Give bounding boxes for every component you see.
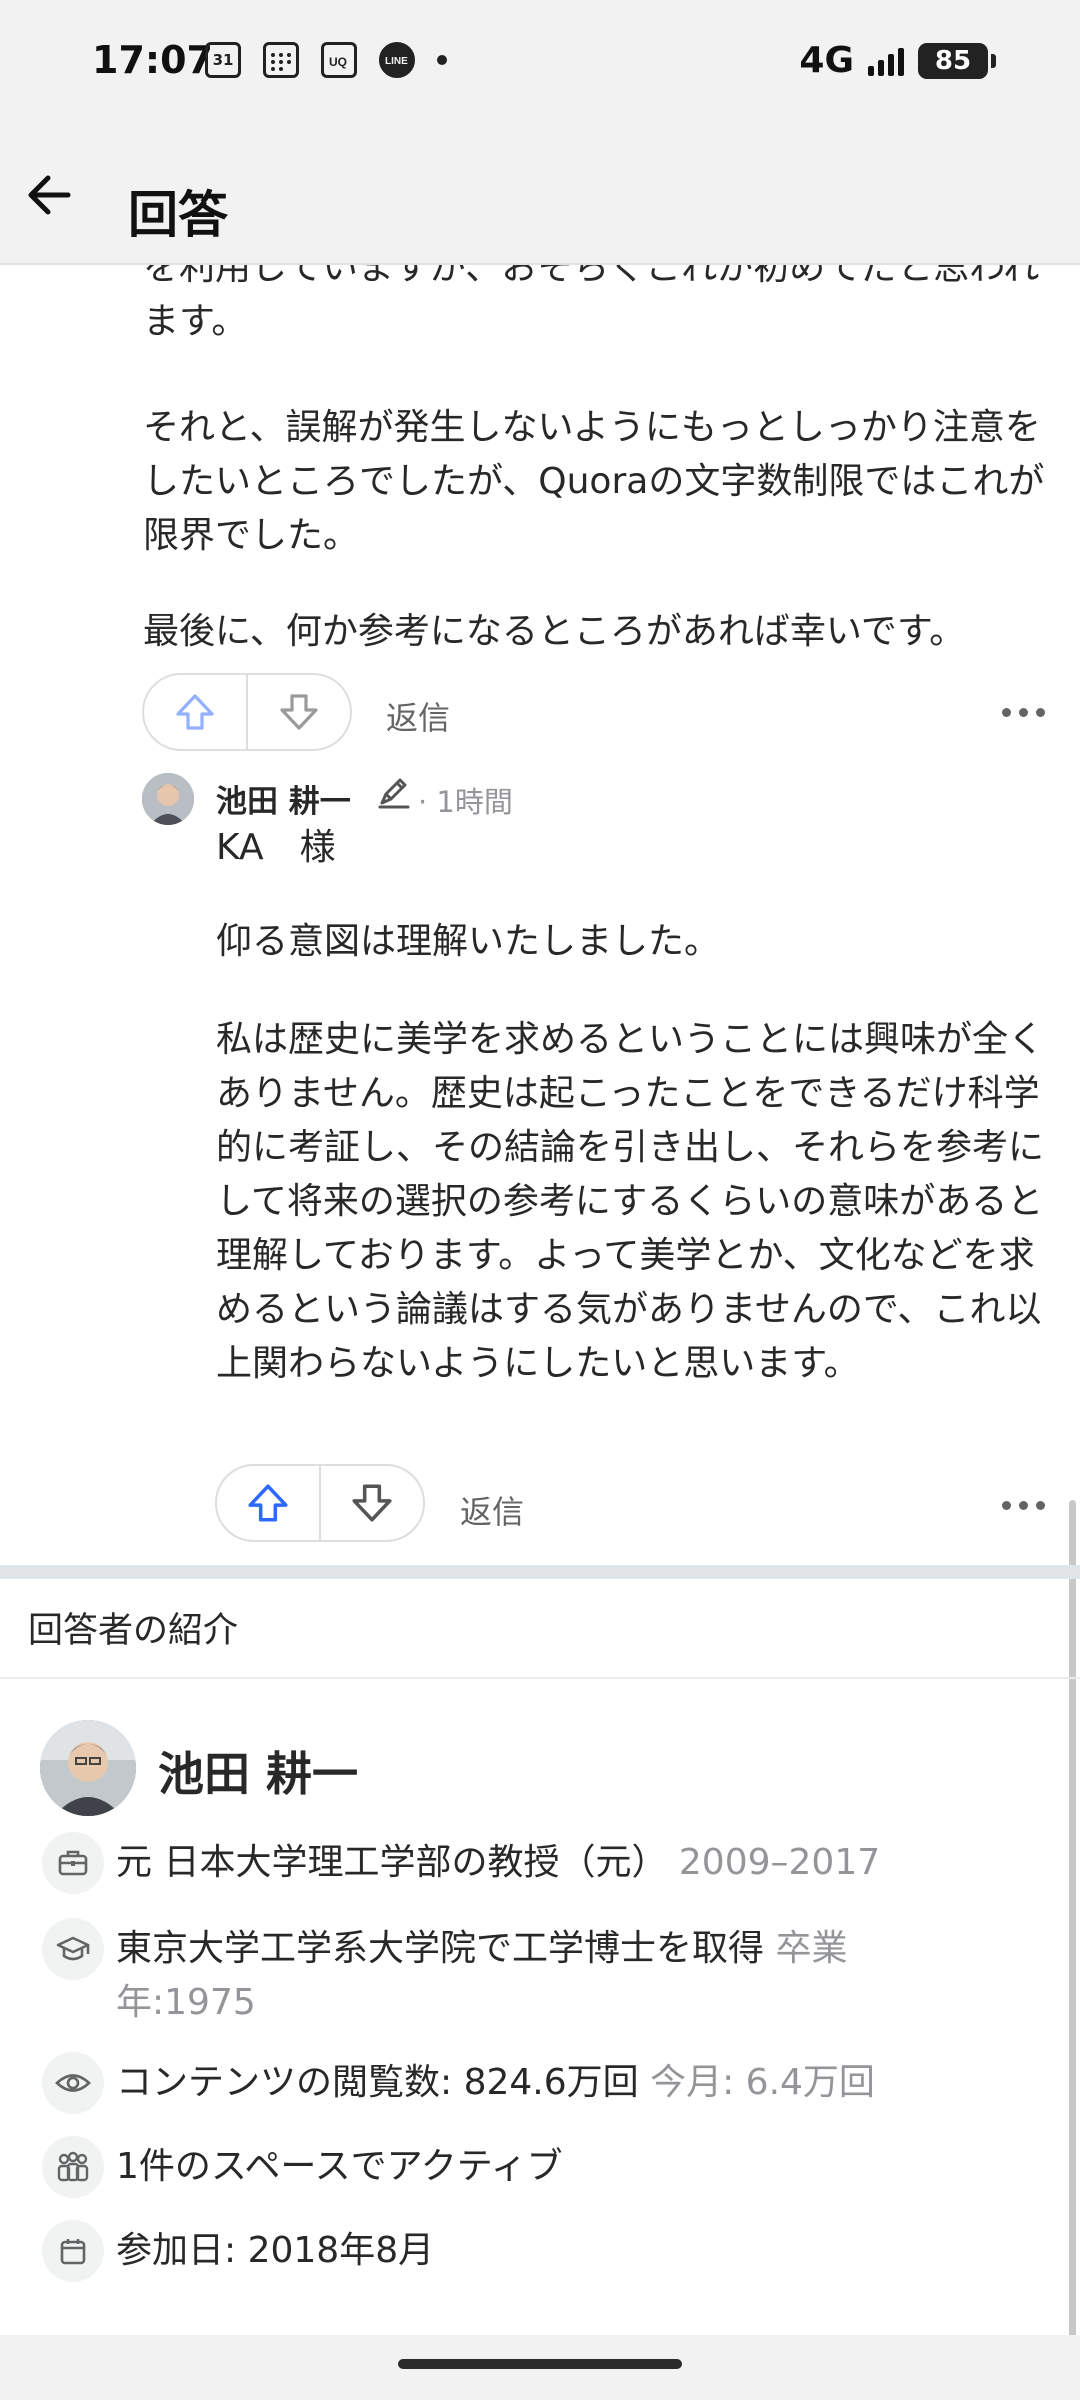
vote-control: [142, 673, 352, 751]
calendar-icon: [42, 2220, 104, 2282]
profile-name[interactable]: 池田 耕一: [158, 1738, 358, 1804]
reply-button[interactable]: 返信: [460, 1487, 524, 1533]
comment-timestamp: · 1時間: [418, 785, 513, 819]
credential-text: 1件のスペースでアクティブ: [116, 2146, 563, 2187]
signal-icon: [868, 46, 904, 76]
downvote-arrow-icon: [352, 1484, 392, 1522]
scrollbar[interactable]: [1069, 1500, 1076, 2335]
app-header: 回答: [0, 125, 1080, 265]
credential-text: 東京大学工学系大学院で工学博士を取得: [116, 1928, 765, 1969]
credential-muted: 2009–2017: [678, 1842, 881, 1883]
briefcase-icon: [42, 1832, 104, 1894]
svg-text:LINE: LINE: [385, 56, 408, 67]
pen-icon: [374, 773, 412, 811]
comment-paragraph: KA 様: [216, 827, 336, 868]
battery-level: 85: [934, 45, 972, 76]
downvote-arrow-icon: [280, 694, 318, 730]
credential-text: コンテンツの閲覧数: 824.6万回: [116, 2062, 639, 2103]
network-type: 4G: [799, 40, 854, 81]
svg-text:UQ: UQ: [329, 55, 347, 69]
page-title: 回答: [128, 186, 228, 244]
line-app-icon: LINE: [379, 42, 415, 78]
comment-paragraph: を利用していますが、おそらくこれが初めてだと思われます。: [143, 265, 1040, 342]
comment-paragraph: 最後に、何か参考になるところがあれば幸いです。: [143, 611, 966, 652]
credential-text: 参加日: 2018年8月: [116, 2230, 435, 2271]
eye-icon: [42, 2052, 104, 2114]
upvote-arrow-icon: [176, 694, 214, 730]
credential-muted: 今月: 6.4万回: [650, 2062, 875, 2103]
calendar-grid-icon: [263, 42, 299, 78]
battery-icon: 85: [918, 42, 996, 79]
calendar-31-icon: 31: [205, 42, 241, 78]
system-navigation-bar: [0, 2335, 1080, 2400]
upvote-button[interactable]: [144, 675, 246, 749]
notification-icons: 31 UQ LINE: [205, 42, 447, 78]
status-right: 4G 85: [799, 40, 996, 81]
section-title: 回答者の紹介: [28, 1611, 239, 1651]
uq-app-icon: UQ: [321, 42, 357, 78]
section-divider: [0, 1565, 1080, 1579]
vote-control: [215, 1464, 425, 1542]
status-bar: 17:07 31 UQ LINE 4G 85: [0, 0, 1080, 125]
upvote-button[interactable]: [217, 1466, 319, 1540]
people-icon: [42, 2136, 104, 2198]
comment-paragraph: 私は歴史に美学を求めるということには興味が全くありません。歴史は起こったことをで…: [216, 1019, 1045, 1384]
downvote-button[interactable]: [246, 675, 350, 749]
more-notifications-dot-icon: [437, 55, 447, 65]
reply-button[interactable]: 返信: [386, 693, 450, 739]
more-options-icon[interactable]: [1002, 1501, 1045, 1510]
comment-author[interactable]: 池田 耕一: [216, 776, 351, 821]
avatar[interactable]: [40, 1720, 136, 1816]
status-time: 17:07: [92, 38, 213, 82]
more-options-icon[interactable]: [1002, 708, 1045, 717]
home-gesture-bar[interactable]: [398, 2359, 682, 2369]
avatar[interactable]: [142, 773, 194, 825]
graduation-cap-icon: [42, 1918, 104, 1980]
downvote-button[interactable]: [319, 1466, 423, 1540]
back-arrow-icon[interactable]: [20, 165, 80, 225]
credential-text: 元 日本大学理工学部の教授（元）: [116, 1842, 668, 1883]
comment-paragraph: 仰る意図は理解いたしました。: [216, 921, 721, 962]
divider: [0, 1677, 1080, 1679]
comment-paragraph: それと、誤解が発生しないようにもっとしっかり注意をしたいところでしたが、Quor…: [143, 407, 1045, 556]
upvote-arrow-icon: [248, 1484, 288, 1522]
